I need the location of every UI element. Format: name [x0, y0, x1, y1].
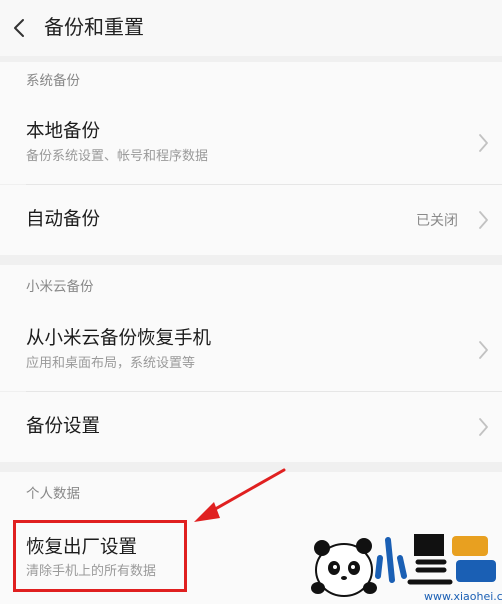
auto-backup-status: 已关闭	[416, 213, 458, 229]
section-header-cloud-backup: 小米云备份	[0, 265, 502, 307]
panda-mascot-icon	[311, 538, 377, 597]
watermark-logo: www.xiaohei.com	[311, 534, 502, 603]
chevron-right-icon	[479, 134, 488, 152]
auto-backup-label: 自动备份	[26, 209, 101, 230]
top-bar: 备份和重置	[0, 0, 502, 56]
section-header-system-backup: 系统备份	[0, 62, 502, 100]
chevron-right-icon	[479, 211, 488, 229]
local-backup-label: 本地备份	[26, 121, 101, 142]
section-title: 个人数据	[26, 486, 80, 502]
local-backup-subtitle: 备份系统设置、帐号和程序数据	[26, 149, 209, 164]
chevron-right-icon	[479, 418, 488, 436]
highlight-box	[13, 520, 187, 592]
xiaohei-logo-mark	[375, 534, 496, 585]
backup-settings-row[interactable]: 备份设置	[0, 392, 502, 462]
red-arrow-icon	[194, 468, 286, 522]
cloud-restore-subtitle: 应用和桌面布局，系统设置等	[26, 356, 196, 371]
auto-backup-row[interactable]: 自动备份 已关闭	[0, 185, 502, 255]
local-backup-row[interactable]: 本地备份 备份系统设置、帐号和程序数据	[0, 100, 502, 184]
watermark-url: www.xiaohei.com	[424, 590, 502, 603]
back-button[interactable]	[6, 10, 34, 46]
cloud-restore-row[interactable]: 从小米云备份恢复手机 应用和桌面布局，系统设置等	[0, 307, 502, 391]
backup-settings-label: 备份设置	[26, 416, 101, 437]
section-title: 小米云备份	[26, 279, 94, 295]
section-title: 系统备份	[26, 73, 80, 89]
chevron-left-icon	[14, 19, 24, 37]
cloud-restore-label: 从小米云备份恢复手机	[26, 328, 212, 349]
page-title: 备份和重置	[44, 15, 144, 39]
chevron-right-icon	[479, 341, 488, 359]
